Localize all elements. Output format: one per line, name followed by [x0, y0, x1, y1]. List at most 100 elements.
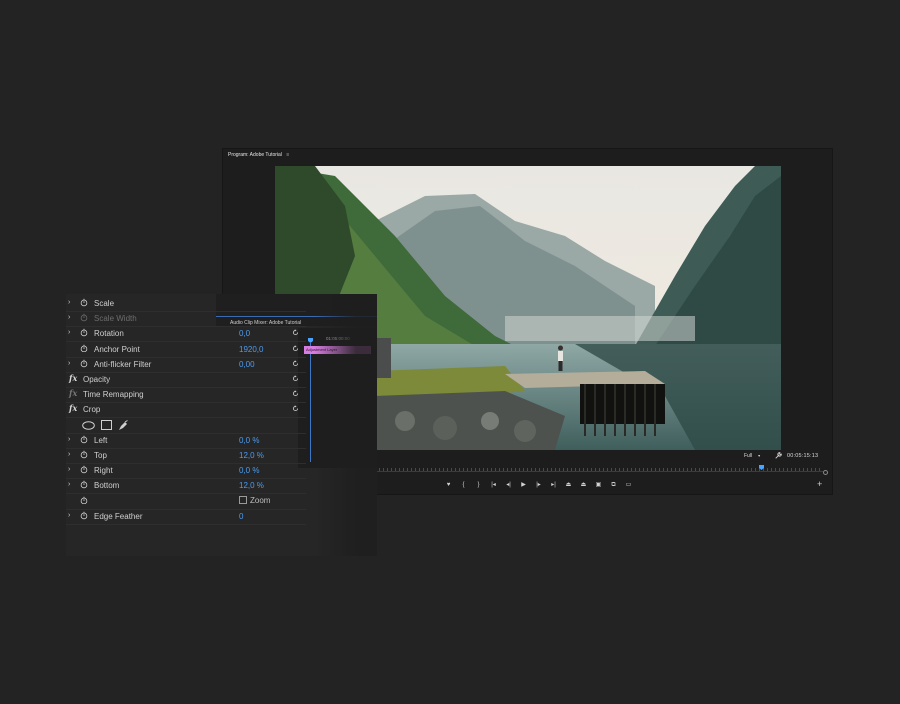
effect-row[interactable]: Anchor Point 1920,0 [66, 342, 306, 358]
panel-menu-icon[interactable]: ≡ [286, 152, 289, 158]
chevron-right-icon[interactable]: › [68, 436, 70, 443]
chevron-right-icon[interactable]: › [68, 314, 70, 321]
effect-row[interactable]: › Right 0,0 % [66, 463, 306, 480]
property-value[interactable]: 0,00 [239, 360, 255, 369]
playhead-timecode[interactable]: 00:05:15:13 [787, 453, 818, 459]
wrench-icon[interactable] [775, 452, 782, 459]
mark-in-icon: { [462, 481, 465, 488]
program-monitor-title: Program: Adobe Tutorial [228, 152, 282, 158]
go-to-out-button[interactable]: ▸| [548, 480, 559, 489]
property-value[interactable]: 0 [239, 512, 243, 521]
reset-icon[interactable] [292, 360, 299, 367]
chevron-right-icon[interactable]: › [68, 466, 70, 473]
reset-icon[interactable] [292, 390, 299, 397]
ellipse-mask-icon[interactable] [82, 420, 95, 430]
effect-controls-panel: Audio Clip Mixer: Adobe Tutorial 01:05:0… [66, 294, 377, 556]
property-value[interactable]: 1920,0 [239, 345, 263, 354]
fx-badge-icon[interactable]: fx [69, 373, 77, 383]
mark-out-button[interactable]: } [473, 480, 484, 489]
export-frame-button[interactable]: ▣ [593, 480, 604, 489]
comparison-view-button[interactable]: ⧉ [608, 480, 619, 489]
program-monitor-tab[interactable]: Program: Adobe Tutorial ≡ [228, 152, 289, 158]
step-back-button[interactable]: ◂| [503, 480, 514, 489]
extract-icon: ⏏ [580, 481, 587, 488]
chevron-right-icon[interactable]: › [68, 329, 70, 336]
effect-row[interactable]: › Rotation 0,0 [66, 326, 306, 343]
chevron-right-icon[interactable]: › [68, 451, 70, 458]
rectangle-mask-icon[interactable] [101, 420, 112, 431]
mark-out-icon: } [477, 481, 480, 488]
play-button[interactable]: ▶ [518, 480, 529, 489]
property-label: Scale Width [94, 314, 137, 324]
transport-controls: ♥ {} |◂ ◂| ▶ |▸ ▸| ⏏ ⏏ ▣ ⧉ ▭ [443, 480, 634, 489]
effect-row[interactable] [66, 418, 306, 434]
reset-icon[interactable] [292, 405, 299, 412]
property-label: Scale [94, 299, 115, 308]
comparison-icon: ⧉ [611, 481, 616, 488]
effect-row[interactable]: › Anti-flicker Filter 0,00 [66, 357, 306, 373]
marker-icon: ♥ [446, 481, 451, 488]
reset-icon[interactable] [292, 344, 299, 352]
stopwatch-icon[interactable] [80, 313, 88, 322]
effect-row[interactable]: › Top 12,0 % [66, 448, 306, 464]
stopwatch-icon[interactable] [80, 435, 88, 444]
stopwatch-icon[interactable] [80, 328, 88, 337]
property-label: Bottom [94, 481, 120, 491]
fx-badge-icon[interactable]: fx [69, 388, 77, 398]
effect-row[interactable]: › Scale Width [66, 311, 306, 328]
effect-row[interactable]: › Left 0,0 % [66, 433, 306, 449]
step-forward-button[interactable]: |▸ [533, 480, 544, 489]
chevron-right-icon[interactable]: › [68, 299, 70, 306]
chevron-right-icon[interactable]: › [68, 360, 70, 367]
stopwatch-icon[interactable] [80, 496, 88, 505]
stopwatch-icon[interactable] [80, 298, 88, 307]
effect-row[interactable]: fx Opacity [66, 372, 306, 388]
stopwatch-icon[interactable] [80, 359, 88, 368]
chevron-right-icon[interactable]: › [68, 481, 70, 488]
stopwatch-icon[interactable] [80, 450, 88, 459]
effect-row[interactable]: Zoom [66, 494, 306, 510]
effect-row[interactable]: fx Crop [66, 402, 306, 419]
play-icon: ▶ [521, 481, 526, 488]
settings-icon: ▭ [625, 481, 632, 488]
property-value[interactable]: 12,0 % [239, 451, 264, 460]
mask-tools [82, 419, 129, 431]
go-to-in-button[interactable]: |◂ [488, 480, 499, 489]
property-label: Crop [83, 405, 101, 415]
property-label: Top [94, 451, 107, 460]
mark-in-button[interactable]: { [458, 480, 469, 489]
chevron-right-icon[interactable]: › [68, 512, 70, 519]
checkbox-icon[interactable] [239, 496, 247, 505]
panel-fade [314, 294, 377, 556]
property-label: Rotation [94, 329, 124, 339]
add-marker-button[interactable]: ♥ [443, 480, 454, 489]
fit-value: Full [744, 453, 753, 459]
effect-row[interactable]: › Scale [66, 296, 306, 312]
effect-row[interactable]: › Edge Feather 0 [66, 509, 306, 525]
zoom-checkbox[interactable]: Zoom [239, 496, 270, 505]
settings-button[interactable]: ▭ [623, 480, 634, 489]
stopwatch-icon[interactable] [80, 511, 88, 520]
button-editor-button[interactable]: + [817, 479, 822, 489]
zoom-scroll-handle[interactable] [823, 470, 828, 475]
property-value[interactable]: 0,0 % [239, 436, 259, 445]
extract-button[interactable]: ⏏ [578, 480, 589, 489]
reset-icon[interactable] [292, 329, 299, 336]
stopwatch-icon[interactable] [80, 344, 88, 353]
fit-dropdown[interactable]: Full ▾ [744, 453, 760, 459]
effect-row[interactable]: fx Time Remapping [66, 387, 306, 404]
reset-icon[interactable] [292, 375, 299, 382]
lift-button[interactable]: ⏏ [563, 480, 574, 489]
stopwatch-icon[interactable] [80, 480, 88, 489]
stopwatch-icon[interactable] [80, 465, 88, 474]
step-forward-icon: |▸ [536, 481, 541, 488]
pen-mask-icon[interactable] [118, 419, 129, 431]
chevron-down-icon: ▾ [758, 453, 761, 458]
property-label: Opacity [83, 375, 111, 384]
property-label: Anchor Point [94, 344, 140, 354]
property-value[interactable]: 12,0 % [239, 481, 264, 490]
effect-row[interactable]: › Bottom 12,0 % [66, 478, 306, 495]
property-value[interactable]: 0,0 [239, 329, 250, 338]
property-value[interactable]: 0,0 % [239, 466, 259, 475]
fx-badge-icon[interactable]: fx [69, 403, 77, 413]
